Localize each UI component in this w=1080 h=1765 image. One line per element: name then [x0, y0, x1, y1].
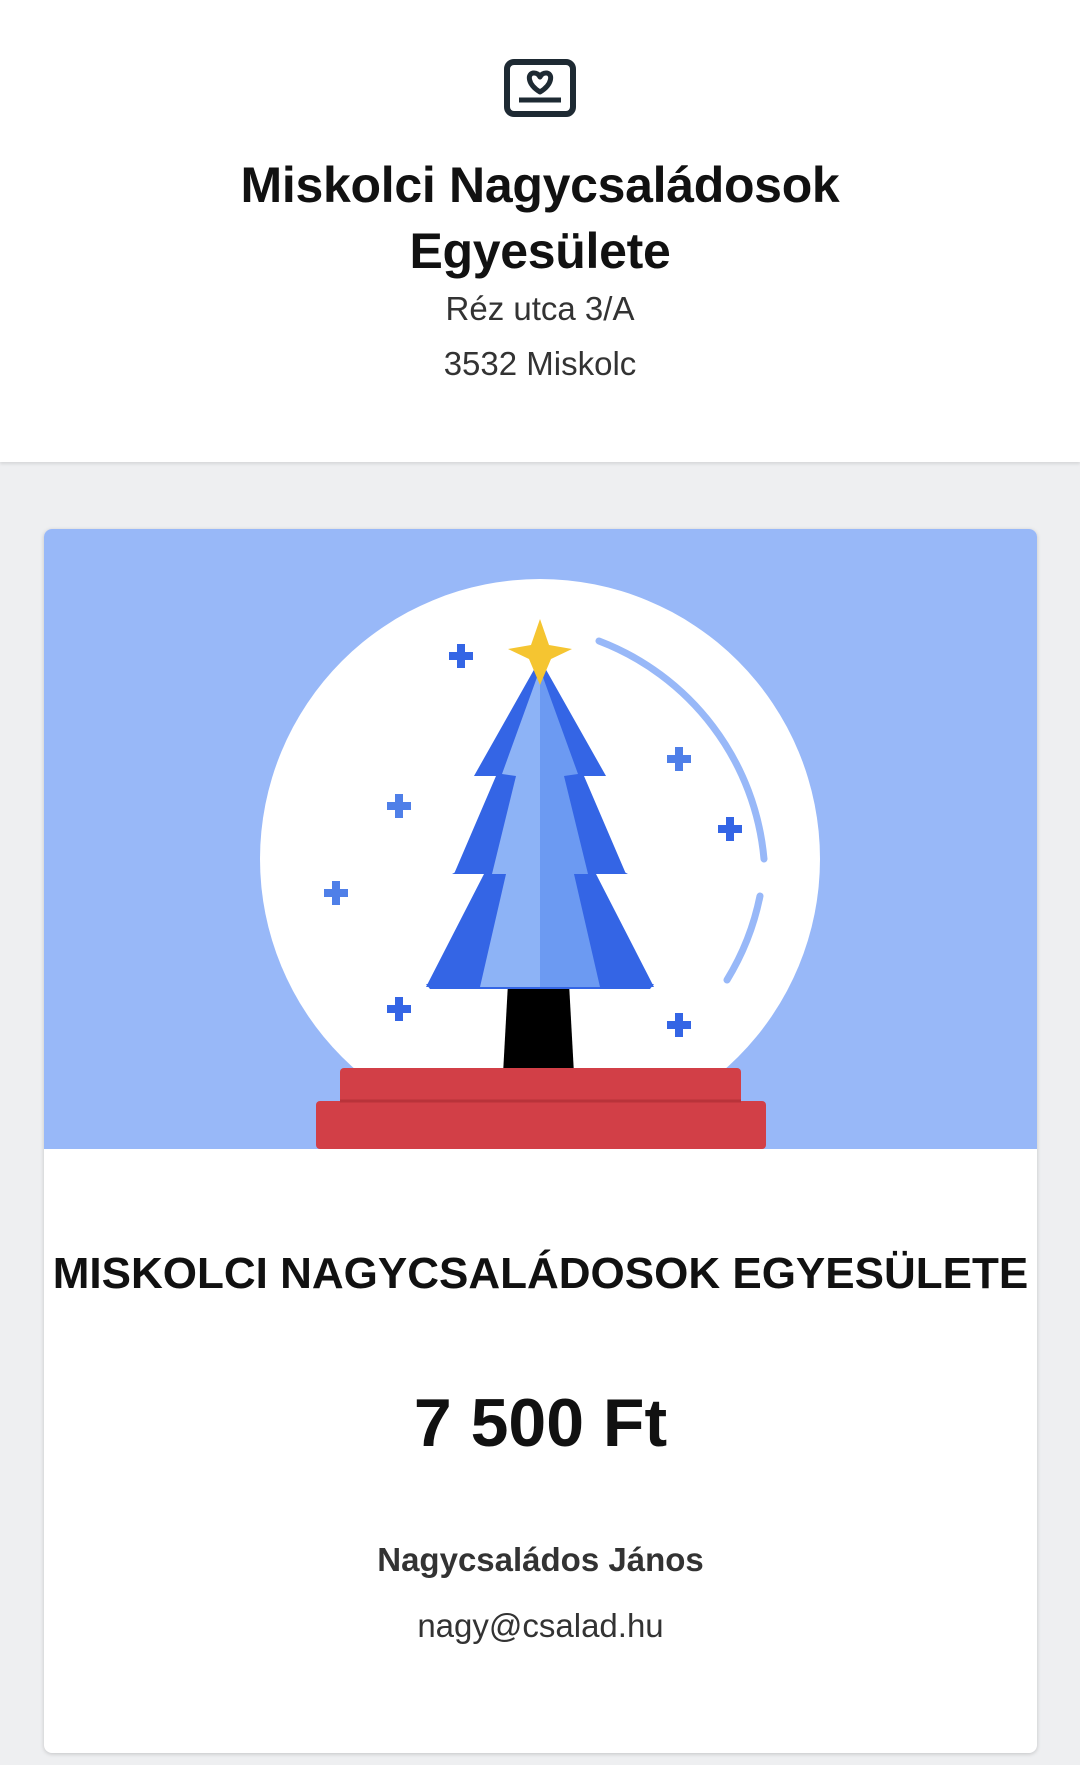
donation-amount: 7 500 Ft	[413, 1385, 668, 1461]
organization-name: Miskolci Nagycsaládosok Egyesülete	[240, 157, 840, 279]
address-city: 3532 Miskolc	[443, 345, 637, 382]
donor-email: nagy@csalad.hu	[417, 1607, 664, 1644]
tree-trunk	[503, 983, 574, 1074]
heart-card-icon	[504, 59, 576, 117]
christmas-tree-snow-globe-icon	[44, 529, 1037, 1149]
organization-header: Miskolci Nagycsaládosok Egyesülete Réz u…	[0, 0, 1080, 462]
donation-card: MISKOLCI NAGYCSALÁDOSOK EGYESÜLETE 7 500…	[44, 529, 1037, 1753]
donor-name: Nagycsaládos János	[377, 1541, 704, 1578]
recipient-title: MISKOLCI NAGYCSALÁDOSOK EGYESÜLETE	[52, 1249, 1029, 1298]
address-street: Réz utca 3/A	[445, 290, 635, 327]
globe-base-bottom	[316, 1101, 766, 1149]
